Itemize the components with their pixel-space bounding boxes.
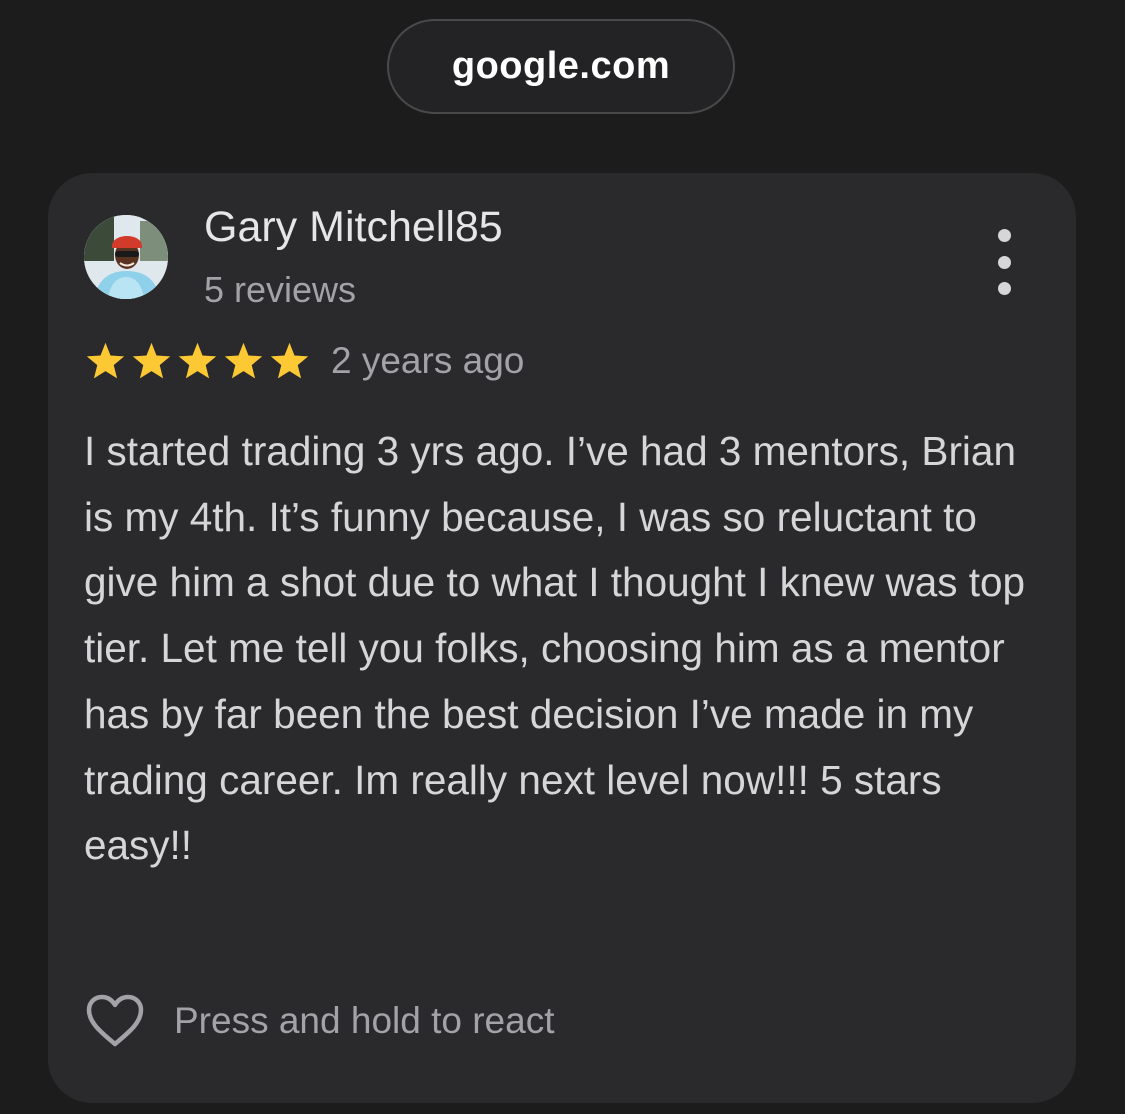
profile-photo-icon (84, 215, 168, 299)
star-icon (222, 341, 265, 382)
page: google.com Gary Mitchell85 5 reviews 2 y… (0, 0, 1125, 1114)
review-card: Gary Mitchell85 5 reviews 2 years ago I … (48, 173, 1076, 1103)
more-options-button[interactable] (984, 229, 1024, 295)
star-icon (84, 341, 127, 382)
heart-outline-icon (84, 993, 146, 1049)
review-date: 2 years ago (331, 340, 525, 381)
react-button[interactable]: Press and hold to react (84, 991, 555, 1051)
star-icon (130, 341, 173, 382)
rating-row: 2 years ago (84, 337, 524, 385)
star-icon (268, 341, 311, 382)
address-bar[interactable]: google.com (387, 19, 735, 114)
more-vertical-icon-dot (997, 282, 1011, 295)
reviewer-review-count: 5 reviews (204, 269, 357, 310)
more-vertical-icon (997, 229, 1011, 242)
star-icon (176, 341, 219, 382)
avatar[interactable] (84, 215, 168, 299)
reviewer-name[interactable]: Gary Mitchell85 (204, 203, 503, 252)
review-text: I started trading 3 yrs ago. I’ve had 3 … (84, 428, 1026, 869)
react-label: Press and hold to react (174, 1000, 555, 1041)
address-bar-domain: google.com (451, 45, 671, 87)
star-rating (84, 341, 311, 382)
more-vertical-icon-dot (997, 255, 1011, 269)
